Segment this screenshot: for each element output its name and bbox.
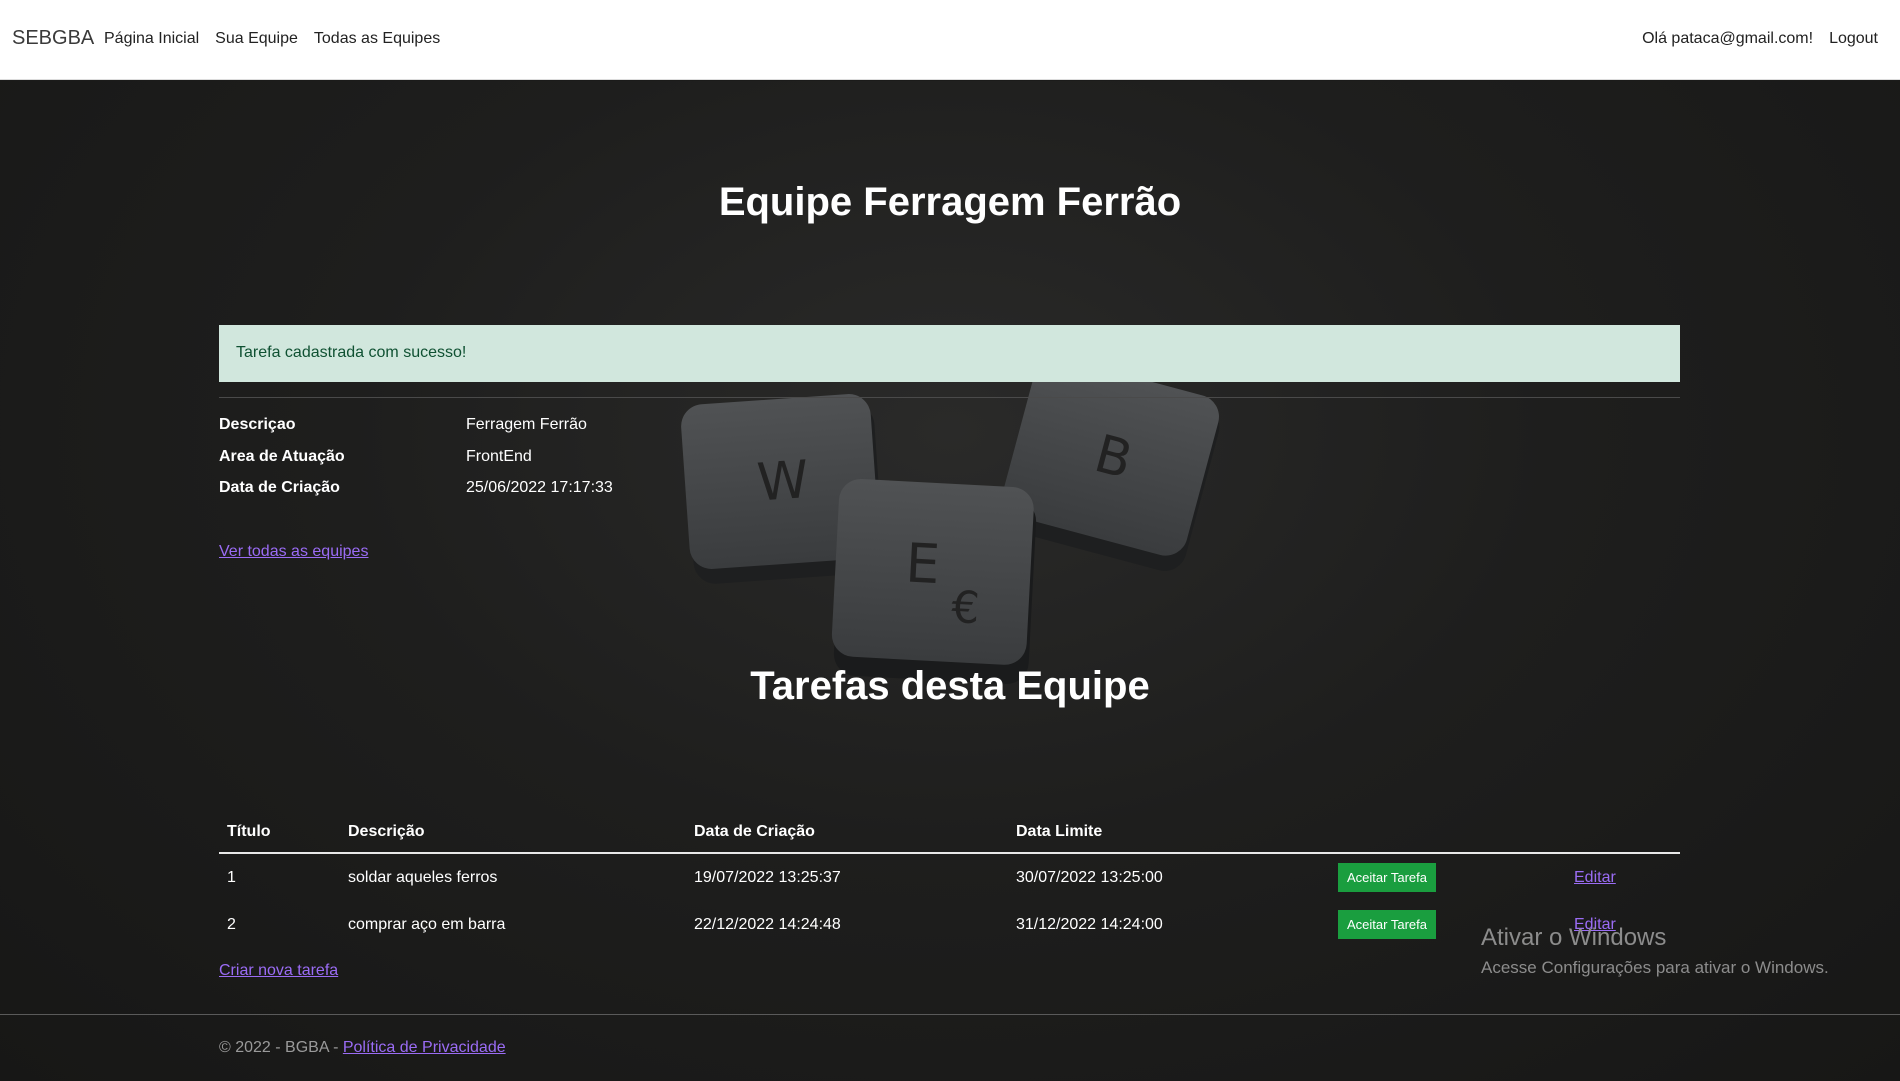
detail-label: Area de Atuação	[219, 447, 345, 465]
detail-label: Descriçao	[219, 416, 296, 433]
privacy-policy-link[interactable]: Política de Privacidade	[343, 1039, 506, 1056]
main-content: W B E € Equipe Ferragem Ferrão Tarefa ca…	[0, 81, 1900, 1081]
task-id: 2	[227, 915, 236, 933]
task-id: 1	[227, 868, 236, 886]
team-title: Equipe Ferragem Ferrão	[718, 180, 1182, 224]
task-created: 22/12/2022 14:24:48	[694, 915, 841, 933]
detail-label: Data de Criação	[219, 479, 340, 496]
brand-logo[interactable]: SEBGBA	[12, 27, 94, 50]
tasks-table: Título Descrição Data de Criação Data Li…	[219, 811, 1680, 948]
key-w-label: W	[755, 450, 810, 513]
euro-icon: €	[950, 582, 981, 634]
accept-task-button[interactable]: Aceitar Tarefa	[1338, 910, 1436, 939]
key-e: E €	[831, 479, 1037, 684]
nav-user-area: Olá pataca@gmail.com! Logout	[1642, 30, 1878, 48]
logout-link[interactable]: Logout	[1829, 30, 1878, 48]
column-header-action	[1330, 811, 1566, 854]
windows-activation-watermark: Ativar o Windows Acesse Configurações pa…	[1481, 924, 1829, 978]
create-task-link[interactable]: Criar nova tarefa	[219, 962, 338, 980]
see-all-teams-link[interactable]: Ver todas as equipes	[219, 543, 368, 561]
nav-home-link[interactable]: Página Inicial	[104, 30, 199, 48]
detail-value: Ferragem Ferrão	[466, 416, 587, 433]
navbar: SEBGBA Página Inicial Sua Equipe Todas a…	[0, 0, 1900, 80]
column-header-created: Data de Criação	[686, 811, 1008, 854]
column-header-edit	[1566, 811, 1680, 854]
column-header-title: Título	[219, 811, 340, 854]
footer-copyright: © 2022 - BGBA -	[219, 1039, 339, 1056]
table-header-row: Título Descrição Data de Criação Data Li…	[219, 811, 1680, 854]
nav-your-team-link[interactable]: Sua Equipe	[215, 30, 298, 48]
edit-task-link[interactable]: Editar	[1574, 869, 1616, 886]
task-description: comprar aço em barra	[348, 915, 506, 933]
table-row: 1 soldar aqueles ferros 19/07/2022 13:25…	[219, 853, 1680, 901]
nav-links: Página Inicial Sua Equipe Todas as Equip…	[104, 30, 440, 48]
footer: © 2022 - BGBA - Política de Privacidade	[219, 1039, 506, 1057]
task-action-cell: Aceitar Tarefa	[1330, 853, 1566, 901]
task-created: 19/07/2022 13:25:37	[694, 868, 841, 886]
column-header-description: Descrição	[340, 811, 686, 854]
table-row: 2 comprar aço em barra 22/12/2022 14:24:…	[219, 901, 1680, 948]
watermark-title: Ativar o Windows	[1481, 924, 1667, 951]
task-deadline: 31/12/2022 14:24:00	[1016, 915, 1163, 933]
key-e-label: E	[904, 531, 941, 596]
accept-task-button[interactable]: Aceitar Tarefa	[1338, 863, 1436, 892]
detail-value: FrontEnd	[466, 447, 532, 465]
column-header-deadline: Data Limite	[1008, 811, 1330, 854]
detail-value: 25/06/2022 17:17:33	[466, 479, 613, 496]
success-alert: Tarefa cadastrada com sucesso!	[219, 325, 1680, 382]
divider	[219, 397, 1680, 398]
task-description: soldar aqueles ferros	[348, 868, 498, 886]
task-edit-cell: Editar	[1566, 853, 1680, 901]
nav-all-teams-link[interactable]: Todas as Equipes	[314, 30, 440, 48]
task-deadline: 30/07/2022 13:25:00	[1016, 868, 1163, 886]
footer-divider	[0, 1014, 1900, 1015]
tasks-title: Tarefas desta Equipe	[750, 664, 1150, 708]
watermark-subtitle: Acesse Configurações para ativar o Windo…	[1481, 958, 1829, 977]
user-greeting[interactable]: Olá pataca@gmail.com!	[1642, 30, 1813, 48]
